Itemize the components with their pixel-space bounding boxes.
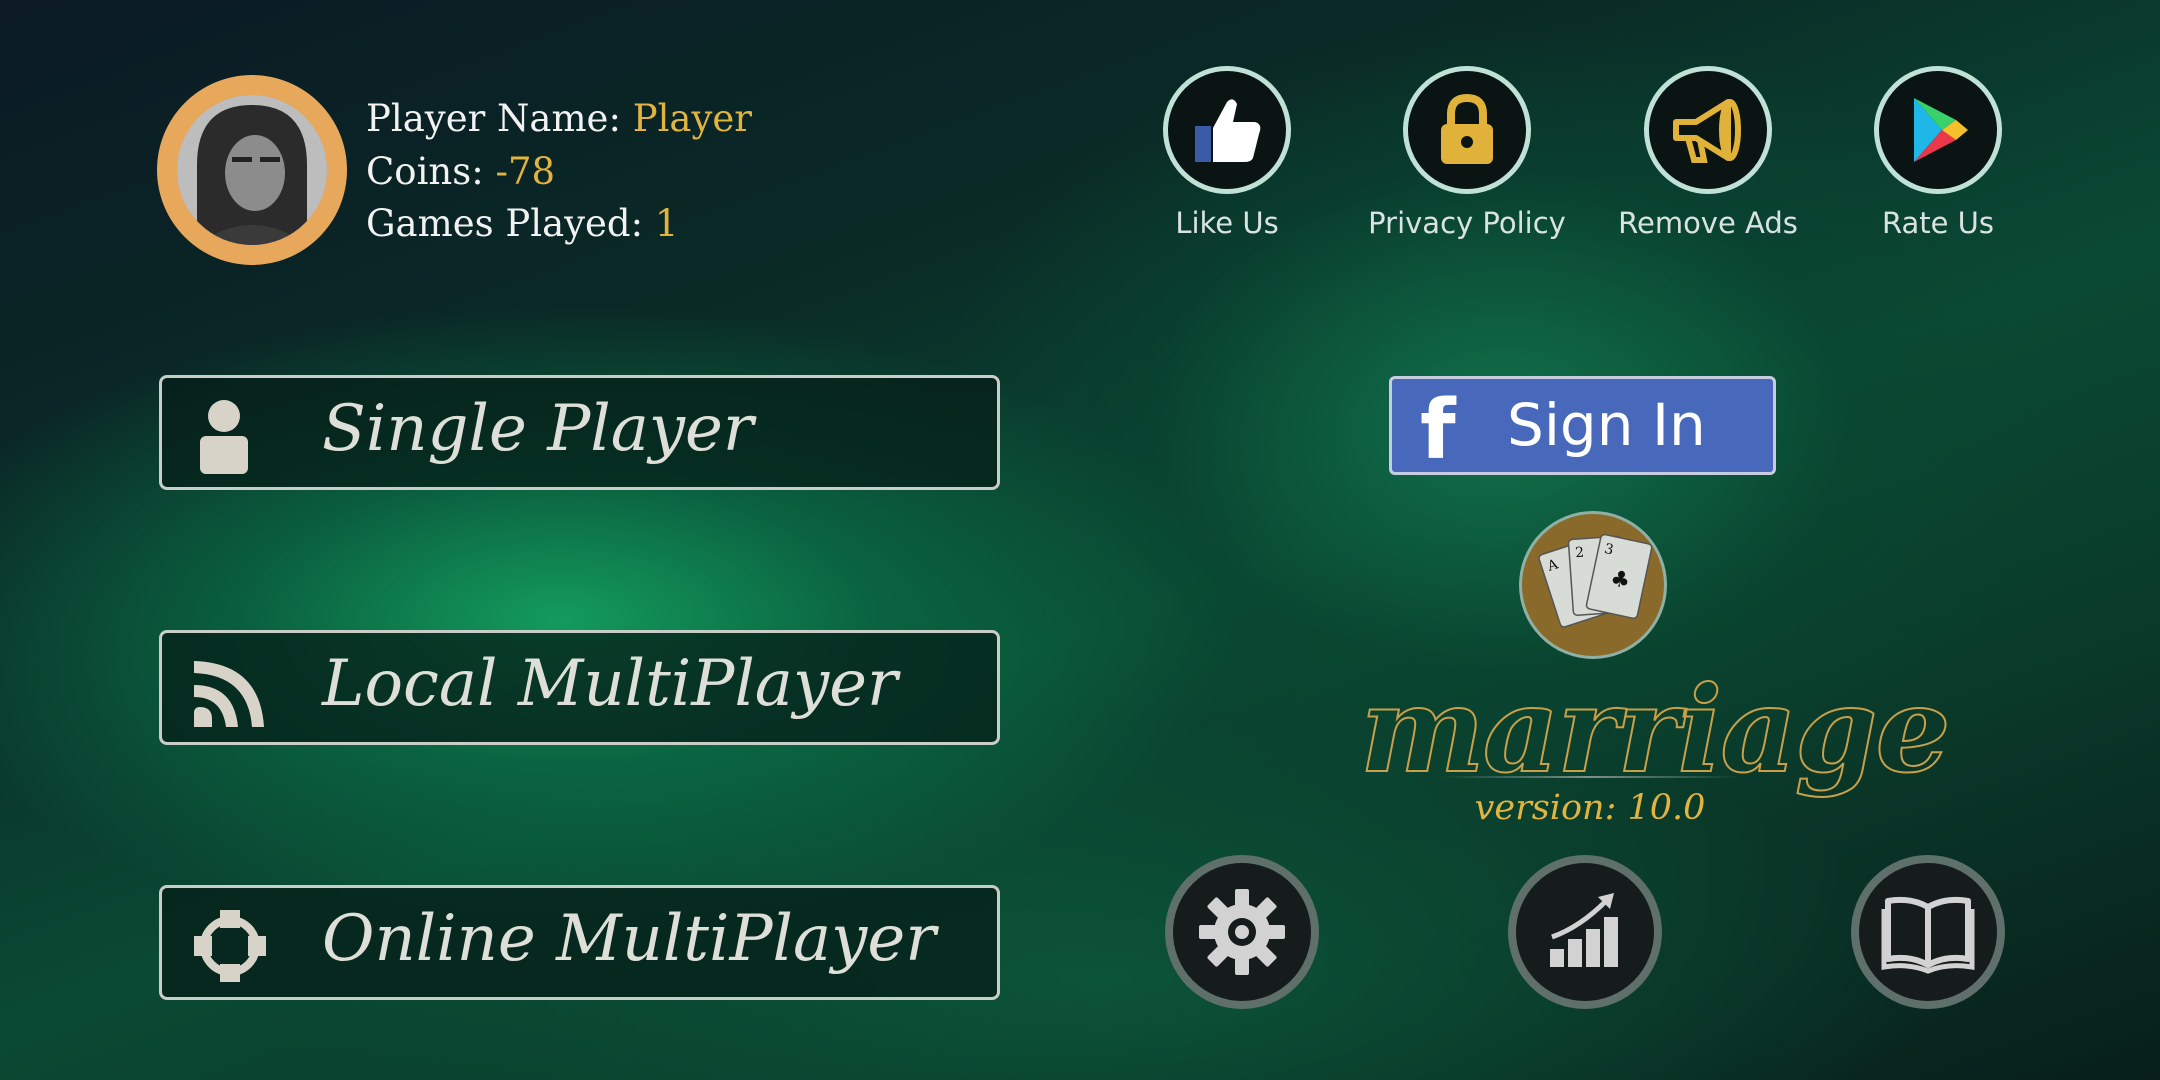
avatar-image bbox=[177, 95, 327, 245]
rules-button[interactable] bbox=[1851, 855, 2005, 1009]
player-name-label: Player Name: bbox=[366, 97, 621, 140]
megaphone-icon bbox=[1673, 99, 1741, 163]
rate-us-circle bbox=[1874, 66, 2002, 194]
like-us-button[interactable]: Like Us bbox=[1107, 66, 1347, 240]
playing-cards-icon: A 2 3♣ bbox=[1538, 533, 1653, 628]
games-played-value: 1 bbox=[654, 202, 679, 245]
player-name-value: Player bbox=[632, 97, 752, 140]
single-player-label: Single Player bbox=[322, 392, 754, 466]
facebook-sign-in-button[interactable]: f Sign In bbox=[1389, 376, 1776, 478]
wifi-signal-icon bbox=[194, 661, 264, 727]
version-label: version: 10.0 bbox=[1474, 788, 1706, 828]
coins-label: Coins: bbox=[366, 150, 484, 193]
network-icon bbox=[194, 910, 266, 982]
remove-ads-label: Remove Ads bbox=[1618, 206, 1798, 240]
thumbs-up-icon bbox=[1195, 99, 1261, 162]
local-multiplayer-label: Local MultiPlayer bbox=[322, 647, 898, 721]
settings-button[interactable] bbox=[1165, 855, 1319, 1009]
coins-value: -78 bbox=[495, 150, 556, 193]
cards-logo: A 2 3 ♣ bbox=[1519, 511, 1667, 659]
rate-us-button[interactable]: Rate Us bbox=[1818, 66, 2058, 240]
remove-ads-button[interactable]: Remove Ads bbox=[1588, 66, 1828, 240]
rate-us-label: Rate Us bbox=[1881, 206, 1995, 240]
games-played-label: Games Played: bbox=[366, 202, 644, 245]
privacy-policy-label: Privacy Policy bbox=[1368, 206, 1566, 240]
games-played-row: Games Played: 1 bbox=[366, 202, 678, 245]
game-logo-title: marriage bbox=[1359, 659, 1952, 800]
facebook-icon: f bbox=[1420, 383, 1456, 478]
play-store-icon bbox=[1914, 98, 1968, 162]
svg-text:2: 2 bbox=[1575, 545, 1585, 562]
online-multiplayer-button[interactable]: Online MultiPlayer bbox=[159, 885, 1000, 1000]
player-name-row: Player Name: Player bbox=[366, 97, 752, 140]
coins-row: Coins: -78 bbox=[366, 150, 555, 193]
privacy-policy-circle bbox=[1403, 66, 1531, 194]
logo-underline bbox=[1440, 776, 1740, 778]
like-us-circle bbox=[1163, 66, 1291, 194]
rules-book-icon bbox=[1881, 896, 1975, 974]
settings-gear-icon bbox=[1199, 889, 1285, 975]
like-us-label: Like Us bbox=[1175, 206, 1279, 240]
privacy-policy-button[interactable]: Privacy Policy bbox=[1347, 66, 1587, 240]
local-multiplayer-button[interactable]: Local MultiPlayer bbox=[159, 630, 1000, 745]
stats-chart-icon bbox=[1550, 893, 1618, 967]
player-avatar[interactable] bbox=[157, 75, 347, 265]
lock-icon bbox=[1441, 93, 1493, 164]
single-player-button[interactable]: Single Player bbox=[159, 375, 1000, 490]
statistics-button[interactable] bbox=[1508, 855, 1662, 1009]
sign-in-label: Sign In bbox=[1507, 391, 1706, 459]
remove-ads-circle bbox=[1644, 66, 1772, 194]
person-icon bbox=[200, 400, 248, 474]
online-multiplayer-label: Online MultiPlayer bbox=[322, 902, 936, 976]
